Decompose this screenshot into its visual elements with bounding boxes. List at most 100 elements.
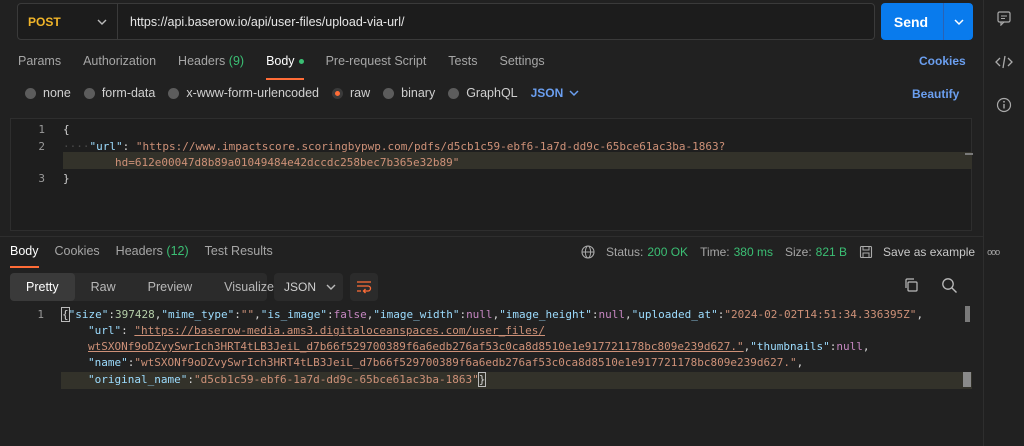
json-key: "url" [89,140,123,153]
chevron-down-icon [569,90,579,97]
line-number: 3 [38,172,45,185]
send-button[interactable]: Send [881,3,973,40]
json-key: "uploaded_at" [631,308,718,321]
body-format-select[interactable]: JSON [531,86,580,100]
radio-form-data[interactable]: form-data [83,86,155,100]
request-url-bar: POST https://api.baserow.io/api/user-fil… [17,3,875,40]
tab-tests[interactable]: Tests [448,54,477,68]
json-key: "url" [88,324,122,337]
cookies-link[interactable]: Cookies [919,54,966,68]
view-raw[interactable]: Raw [75,273,132,301]
response-body-viewer[interactable]: 1 {"size":397428,"mime_type":"","is_imag… [0,304,983,446]
json-url-link[interactable]: wtSXONf9oDZvySwrIch3HRT4tLB3JeiL_d7b66f5… [88,340,744,353]
beautify-button[interactable]: Beautify [912,87,959,101]
send-options-chevron-icon[interactable] [944,17,973,27]
headers-count: (9) [228,54,245,68]
radio-selected-icon [332,87,343,99]
json-boolean: false [333,308,367,321]
radio-circle-icon [448,87,460,99]
status-label: Status: [606,245,644,259]
active-tab-indicator [266,78,304,80]
radio-graphql[interactable]: GraphQL [448,86,518,100]
comment-icon[interactable] [994,8,1014,28]
code-line-wrapped: "url": "https://baserow-media.ams3.digit… [88,324,545,337]
tab-label: Headers [178,54,226,68]
view-pretty[interactable]: Pretty [10,273,75,301]
radio-circle-icon [383,87,395,99]
tab-settings[interactable]: Settings [499,54,544,68]
search-icon[interactable] [941,277,958,297]
chevron-down-icon [97,16,107,30]
json-number: 397428 [115,308,155,321]
json-string: "wtSXONf9oDZvySwrIch3HRT4tLB3JeiL_d7b66f… [134,356,797,369]
request-tabs: Params Authorization Headers (9) Body Pr… [18,54,567,80]
code-line-wrapped: "original_name":"d5cb1c59-ebf6-1a7d-dd9c… [88,372,487,387]
globe-icon[interactable] [580,244,596,260]
save-icon[interactable] [859,245,873,259]
tab-label: Cookies [54,244,100,258]
tab-response-headers[interactable]: Headers (12) [116,244,189,258]
tab-test-results[interactable]: Test Results [205,244,273,258]
json-key: "image_height" [499,308,592,321]
json-key: "name" [88,356,128,369]
size-value: 821 B [815,245,848,259]
line-number: 1 [38,123,45,136]
json-colon: : [591,308,599,321]
json-string: "" [240,308,255,321]
active-tab-indicator [10,266,39,268]
copy-icon[interactable] [903,277,919,296]
json-comma: , [862,340,870,353]
radio-none[interactable]: none [25,86,71,100]
tab-label: Body [10,244,39,258]
json-comma: , [254,308,261,321]
radio-urlencoded[interactable]: x-www-form-urlencoded [168,86,319,100]
radio-binary[interactable]: binary [383,86,435,100]
view-preview[interactable]: Preview [132,273,208,301]
json-url-link[interactable]: "https://baserow-media.ams3.digitalocean… [134,324,545,337]
tab-label: Headers [115,244,163,258]
tab-label: Params [18,54,62,68]
code-line-wrapped: hd=612e00047d8b89a01049484e42dccdc258bec… [115,156,460,169]
tab-body[interactable]: Body [266,54,304,80]
response-format-select[interactable]: JSON [274,273,343,301]
vertical-scrollbar[interactable] [965,306,970,322]
response-status-bar: Status: 200 OK Time: 380 ms Size: 821 B … [580,244,1000,260]
tab-pre-request-script[interactable]: Pre-request Script [326,54,427,68]
info-icon[interactable] [994,95,1014,115]
radio-circle-icon [83,87,95,99]
time-value: 380 ms [733,245,773,259]
response-tabs: Body Cookies Headers (12) Test Results [10,244,289,268]
json-comma: , [796,356,804,369]
tab-label: Tests [448,54,478,68]
code-icon[interactable] [994,52,1014,72]
scroll-marker [963,372,971,387]
json-key: "original_name" [88,373,188,386]
tab-params[interactable]: Params [18,54,61,68]
tab-headers[interactable]: Headers (9) [178,54,244,68]
wrap-lines-button[interactable] [350,273,378,301]
more-options-button[interactable]: ooo [987,247,1000,257]
radio-raw[interactable]: raw [332,86,370,100]
wrap-icon [357,281,372,294]
method-select[interactable]: POST [18,4,118,39]
save-as-example-button[interactable]: Save as example [883,245,975,259]
body-format-label: JSON [530,86,564,100]
tab-response-cookies[interactable]: Cookies [55,244,100,258]
tab-authorization[interactable]: Authorization [83,54,156,68]
code-line: } [63,172,70,185]
response-format-label: JSON [284,280,317,294]
json-colon: : [326,308,334,321]
json-string: "https://www.impactscore.scoringbypwp.co… [135,140,726,153]
radio-label: x-www-form-urlencoded [186,86,319,100]
request-body-editor[interactable]: 1 2 3 { ····"url": "https://www.impactsc… [10,118,973,231]
json-key: "image_width" [373,308,460,321]
tab-label: Pre-request Script [325,54,427,68]
json-null: null [598,308,626,321]
json-colon: : [234,308,241,321]
pane-divider[interactable] [0,236,983,237]
url-input[interactable]: https://api.baserow.io/api/user-files/up… [118,15,404,29]
tab-response-body[interactable]: Body [10,244,39,268]
tab-label: Authorization [83,54,157,68]
json-comma: , [625,308,632,321]
json-brace: } [477,372,487,387]
